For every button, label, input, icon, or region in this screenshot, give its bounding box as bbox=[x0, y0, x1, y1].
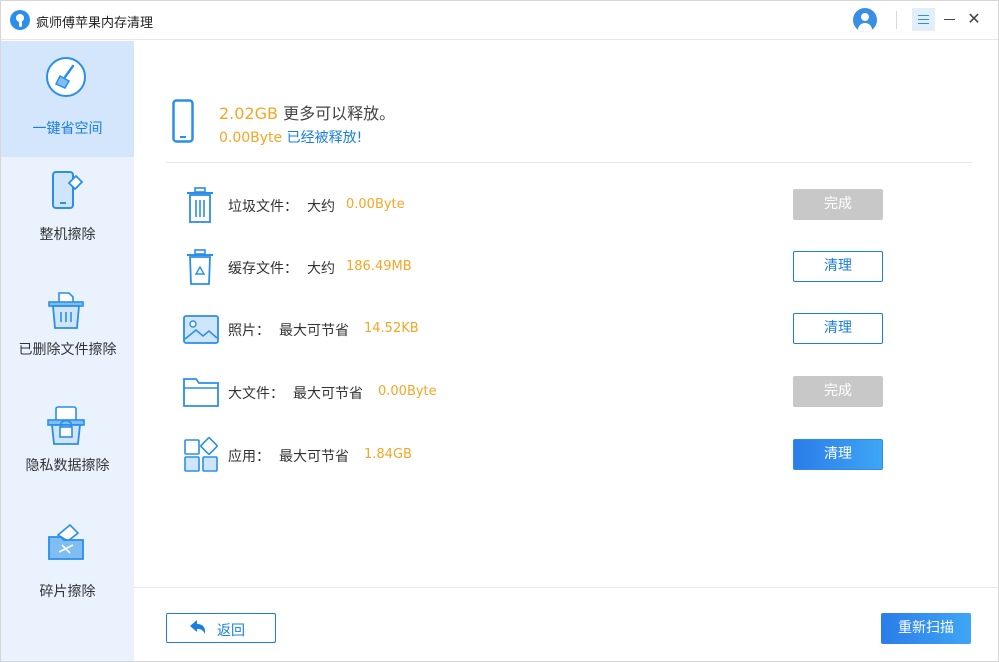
footer-divider bbox=[134, 587, 998, 588]
sidebar-item-label: 整机擦除 bbox=[39, 227, 96, 243]
apps-clean-button[interactable]: 清理 bbox=[793, 439, 883, 470]
sidebar-item-device-erase[interactable]: 整机擦除 bbox=[1, 157, 134, 273]
freeable-text: 更多可以释放。 bbox=[283, 104, 396, 123]
item-name: 应用： bbox=[228, 449, 270, 465]
divider bbox=[166, 162, 972, 163]
item-qualifier: 最大可节省 bbox=[293, 386, 363, 402]
sidebar-item-deleted-file-erase[interactable]: 已删除文件擦除 bbox=[1, 273, 134, 389]
freed-text: 已经被释放! bbox=[286, 130, 363, 146]
item-qualifier: 最大可节省 bbox=[279, 323, 349, 339]
item-size: 14.52KB bbox=[364, 321, 419, 336]
privacy-lock-icon bbox=[47, 406, 85, 445]
phone-erase-icon bbox=[52, 171, 84, 209]
sidebar-item-one-click-save[interactable]: 一键省空间 bbox=[1, 41, 134, 157]
cache-bin-icon bbox=[187, 249, 213, 285]
junk-done-button[interactable]: 完成 bbox=[793, 189, 883, 220]
sidebar-item-label: 隐私数据擦除 bbox=[25, 458, 110, 474]
back-button-label: 返回 bbox=[217, 623, 245, 639]
menu-icon[interactable] bbox=[912, 8, 935, 31]
sidebar: 一键省空间 整机擦除 已删除文件擦除 隐私数据擦除 碎片擦除 bbox=[1, 41, 134, 661]
sidebar-item-fragment-erase[interactable]: 碎片擦除 bbox=[1, 505, 134, 621]
sidebar-item-label: 一键省空间 bbox=[32, 121, 103, 137]
item-name: 照片： bbox=[228, 323, 270, 339]
list-item-photos: 照片： 最大可节省 14.52KB 清理 bbox=[134, 308, 998, 352]
item-size: 0.00Byte bbox=[378, 384, 437, 399]
freed-summary: 0.00Byte 已经被释放! bbox=[219, 127, 362, 147]
item-qualifier: 大约 bbox=[307, 261, 335, 277]
app-window: 疯师傅苹果内存清理 ✕ 一键省空间 整机擦除 已删除文件擦除 隐私数据擦除 碎片… bbox=[0, 0, 999, 662]
photos-clean-button[interactable]: 清理 bbox=[793, 313, 883, 344]
minimize-icon[interactable] bbox=[939, 8, 961, 30]
large-files-done-button[interactable]: 完成 bbox=[793, 376, 883, 407]
freeable-summary: 2.02GB 更多可以释放。 bbox=[219, 100, 395, 124]
trash-icon bbox=[187, 187, 213, 223]
apps-icon bbox=[184, 437, 218, 472]
cache-clean-button[interactable]: 清理 bbox=[793, 251, 883, 282]
deleted-file-trash-icon bbox=[48, 292, 84, 329]
sidebar-item-label: 碎片擦除 bbox=[39, 584, 96, 600]
item-size: 0.00Byte bbox=[346, 197, 405, 212]
list-item-large-files: 大文件： 最大可节省 0.00Byte 完成 bbox=[134, 371, 998, 415]
item-size: 186.49MB bbox=[346, 259, 412, 274]
broom-icon bbox=[46, 57, 86, 97]
item-name: 缓存文件： bbox=[228, 261, 298, 277]
item-name: 垃圾文件： bbox=[228, 199, 298, 215]
back-arrow-icon bbox=[190, 620, 206, 634]
freeable-size: 2.02GB bbox=[219, 104, 278, 123]
app-title: 疯师傅苹果内存清理 bbox=[36, 16, 154, 31]
phone-icon bbox=[172, 99, 194, 143]
list-item-junk-files: 垃圾文件： 大约 0.00Byte 完成 bbox=[134, 184, 998, 228]
main-panel: 2.02GB 更多可以释放。 0.00Byte 已经被释放! 垃圾文件： 大约 … bbox=[134, 41, 998, 661]
fragment-folder-icon bbox=[48, 523, 84, 560]
titlebar-divider bbox=[896, 11, 897, 29]
freed-size: 0.00Byte bbox=[219, 130, 283, 146]
sidebar-item-label: 已删除文件擦除 bbox=[18, 342, 117, 358]
app-logo-icon bbox=[10, 10, 30, 30]
item-size: 1.84GB bbox=[364, 447, 412, 462]
back-button[interactable]: 返回 bbox=[166, 613, 276, 643]
rescan-button[interactable]: 重新扫描 bbox=[881, 613, 971, 644]
title-bar: 疯师傅苹果内存清理 ✕ bbox=[1, 1, 998, 40]
photo-icon bbox=[183, 315, 219, 344]
item-name: 大文件： bbox=[228, 386, 284, 402]
item-qualifier: 最大可节省 bbox=[279, 449, 349, 465]
list-item-apps: 应用： 最大可节省 1.84GB 清理 bbox=[134, 434, 998, 478]
list-item-cache-files: 缓存文件： 大约 186.49MB 清理 bbox=[134, 246, 998, 290]
folder-icon bbox=[183, 378, 219, 407]
close-icon[interactable]: ✕ bbox=[963, 8, 985, 30]
user-avatar-icon[interactable] bbox=[853, 8, 877, 32]
item-qualifier: 大约 bbox=[307, 199, 335, 215]
sidebar-item-privacy-erase[interactable]: 隐私数据擦除 bbox=[1, 389, 134, 505]
